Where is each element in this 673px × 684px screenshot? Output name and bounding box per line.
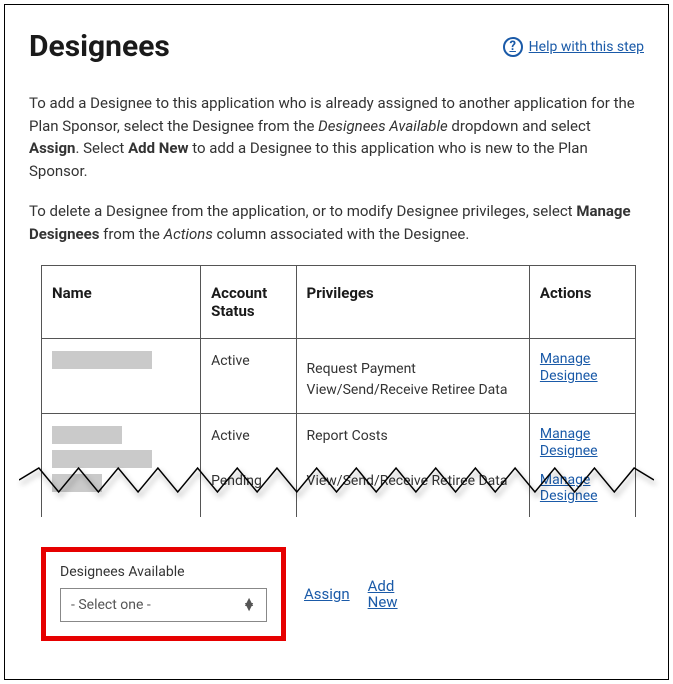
help-link-label: Help with this step	[529, 39, 644, 55]
status-text: Pending	[211, 471, 285, 492]
table-header-row: Name Account Status Privileges Actions	[42, 266, 636, 339]
intro-paragraph-2: To delete a Designee from the applicatio…	[29, 200, 644, 245]
select-chevron-icon: ▲▼	[242, 600, 256, 610]
page-container: Designees ? Help with this step To add a…	[4, 4, 669, 680]
table-wrapper: Name Account Status Privileges Actions A…	[29, 265, 644, 517]
redacted-name	[52, 426, 122, 444]
header-row: Designees ? Help with this step	[29, 29, 644, 64]
intro-text: column associated with the Designee.	[213, 225, 470, 243]
cell-status: Active Pending	[201, 414, 296, 518]
intro-paragraph-1: To add a Designee to this application wh…	[29, 92, 644, 182]
intro-em: Designees Available	[318, 117, 448, 135]
manage-designee-link[interactable]: Manage Designee	[540, 351, 625, 385]
privilege-text: Request Payment	[307, 359, 519, 380]
intro-text: dropdown and select	[448, 117, 591, 135]
cell-privileges: Request Payment View/Send/Receive Retire…	[296, 339, 529, 414]
help-icon: ?	[503, 37, 523, 57]
redacted-name	[52, 450, 152, 468]
select-placeholder: - Select one -	[71, 597, 151, 613]
help-link[interactable]: ? Help with this step	[503, 37, 644, 57]
designees-available-label: Designees Available	[60, 564, 267, 580]
cell-actions: Manage Designee Manage Designee	[529, 414, 635, 518]
page-title: Designees	[29, 29, 170, 64]
status-text: Active	[211, 426, 285, 447]
privilege-text: Report Costs	[307, 426, 519, 447]
manage-designee-link[interactable]: Manage Designee	[540, 472, 625, 506]
intro-em: Actions	[164, 225, 213, 243]
manage-designee-link[interactable]: Manage Designee	[540, 426, 625, 460]
redacted-name	[52, 351, 152, 369]
intro-text: . Select	[75, 139, 128, 157]
add-new-link[interactable]: Add New	[368, 578, 408, 611]
redacted-name	[52, 474, 102, 492]
designees-available-highlight: Designees Available - Select one - ▲▼	[41, 547, 286, 641]
table-row: Active Request Payment View/Send/Receive…	[42, 339, 636, 414]
intro-strong: Add New	[128, 139, 188, 157]
intro-text: To delete a Designee from the applicatio…	[29, 202, 576, 220]
cell-name	[42, 339, 201, 414]
assign-link[interactable]: Assign	[304, 586, 350, 603]
privilege-text: View/Send/Receive Retiree Data	[307, 380, 519, 401]
cell-name	[42, 414, 201, 518]
col-header-status: Account Status	[201, 266, 296, 339]
footer-controls: Designees Available - Select one - ▲▼ As…	[41, 547, 644, 641]
col-header-actions: Actions	[529, 266, 635, 339]
cell-privileges: Report Costs View/Send/Receive Retiree D…	[296, 414, 529, 518]
privilege-text: View/Send/Receive Retiree Data	[307, 471, 519, 492]
col-header-name: Name	[42, 266, 201, 339]
intro-text: from the	[99, 225, 163, 243]
cell-status: Active	[201, 339, 296, 414]
intro-strong: Assign	[29, 139, 75, 157]
cell-actions: Manage Designee	[529, 339, 635, 414]
table-row: Active Pending Report Costs View/Send/Re…	[42, 414, 636, 518]
col-header-privileges: Privileges	[296, 266, 529, 339]
designees-table: Name Account Status Privileges Actions A…	[41, 265, 636, 517]
designees-available-select[interactable]: - Select one - ▲▼	[60, 588, 267, 622]
